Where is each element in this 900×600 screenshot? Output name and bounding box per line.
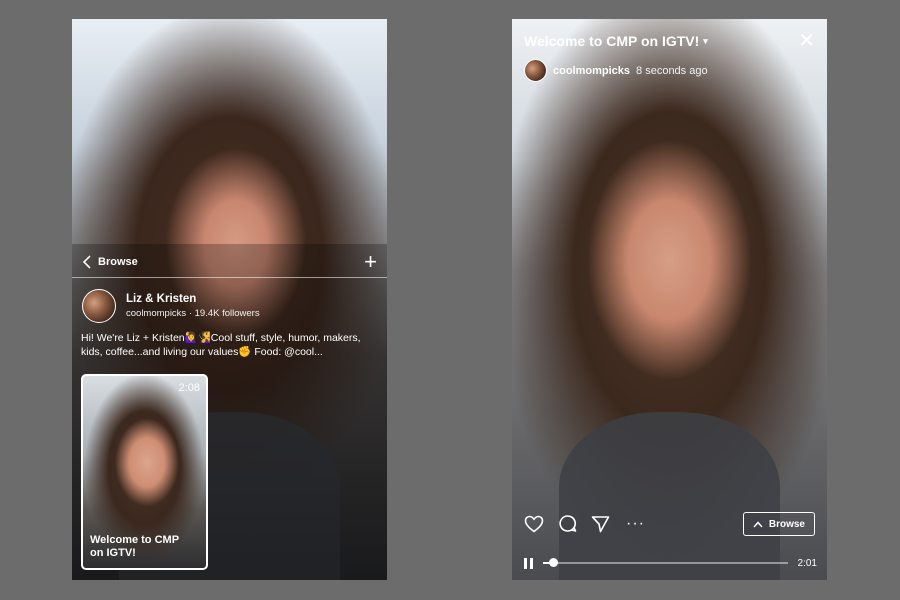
avatar[interactable] [82,289,116,323]
channel-name: Liz & Kristen [126,293,197,305]
pause-icon[interactable] [524,557,533,569]
channel-handle-followers: coolmompicks · 19.4K followers [126,308,260,319]
browse-button-label: Browse [768,518,805,530]
channel-profile[interactable]: Liz & Kristen coolmompicks · 19.4K follo… [82,289,260,323]
time-remaining: 2:01 [797,557,817,569]
chevron-up-icon [753,520,763,527]
browse-back-button[interactable]: Browse [82,255,138,269]
igtv-channel-screen: Browse + Liz & Kristen coolmompicks · 19… [72,19,387,580]
video-title: Welcome to CMP on IGTV! [90,534,179,559]
igtv-player-screen: Welcome to CMP on IGTV! ▾ ✕ coolmompicks… [512,19,827,580]
progress-handle[interactable] [548,558,558,567]
chevron-down-icon: ▾ [703,36,708,46]
video-frame [512,19,827,580]
channel-bio: Hi! We're Liz + Kristen🙋‍♀️🧏‍♀️Cool stuf… [81,332,361,358]
browse-button[interactable]: Browse [742,512,815,536]
video-duration: 2:08 [178,382,200,394]
video-title-dropdown[interactable]: Welcome to CMP on IGTV! ▾ [524,33,708,49]
browse-label: Browse [98,256,138,268]
owner-username[interactable]: coolmompicks [553,65,630,77]
close-icon[interactable]: ✕ [798,31,815,51]
progress-bar[interactable] [543,558,788,567]
more-icon[interactable]: ··· [626,515,645,532]
chevron-left-icon [82,255,91,269]
video-thumbnail[interactable]: 2:08 Welcome to CMP on IGTV! [81,374,208,570]
heart-icon[interactable] [524,515,544,533]
action-bar: ··· [524,514,645,533]
plus-icon[interactable]: + [364,251,377,273]
comment-icon[interactable] [558,514,577,533]
share-icon[interactable] [591,515,610,533]
owner-avatar[interactable] [524,59,547,82]
playback-controls: 2:01 [524,555,817,571]
browse-bar: Browse + [72,247,387,278]
post-timestamp: 8 seconds ago [636,64,708,77]
video-owner: coolmompicks 8 seconds ago [524,59,708,82]
player-title: Welcome to CMP on IGTV! [524,33,700,49]
